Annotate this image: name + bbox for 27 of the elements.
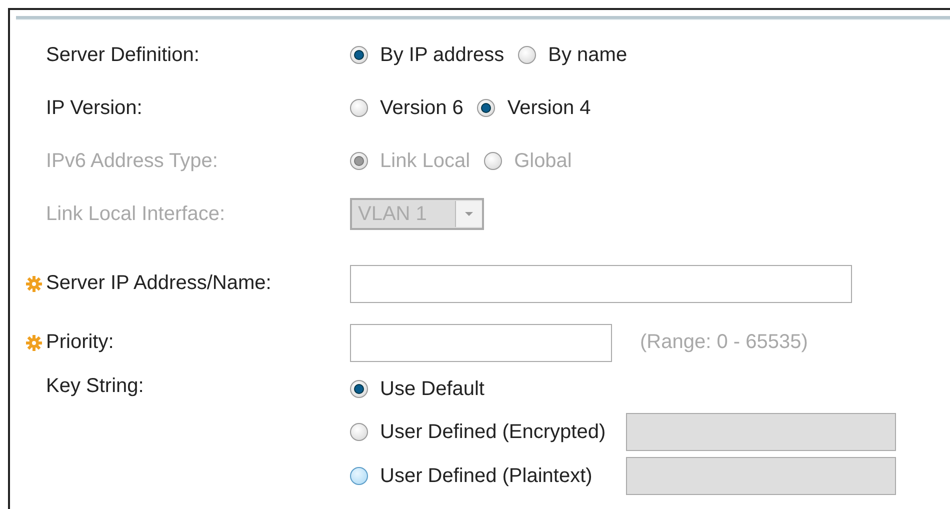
- radio-button[interactable]: [518, 46, 536, 64]
- radio-button[interactable]: [477, 99, 496, 117]
- field-label: Link Local Interface:: [46, 202, 225, 226]
- radio-button[interactable]: [350, 46, 368, 64]
- field-label: Key String:: [46, 374, 144, 398]
- radio-button[interactable]: [350, 467, 368, 485]
- field-label: Priority:: [46, 331, 114, 354]
- option-label: Use Default: [380, 378, 484, 400]
- text-field[interactable]: [350, 324, 612, 362]
- caret-icon: [455, 201, 482, 227]
- option-label: User Defined (Encrypted): [380, 420, 606, 444]
- radio-button[interactable]: [350, 380, 368, 398]
- option-label: Version 4: [507, 96, 591, 120]
- option-label: Global: [514, 150, 572, 172]
- option-label: Link Local: [380, 150, 470, 172]
- field-label: IP Version:: [46, 96, 142, 120]
- field-label: Server IP Address/Name:: [46, 272, 272, 295]
- field-label: IPv6 Address Type:: [46, 150, 218, 172]
- option-label: User Defined (Plaintext): [380, 464, 592, 488]
- radio-button[interactable]: [350, 423, 368, 441]
- radio-button[interactable]: [350, 99, 368, 117]
- field-label: Server Definition:: [46, 44, 200, 66]
- option-label: By IP address: [380, 44, 504, 66]
- option-label: By name: [548, 44, 628, 66]
- option-label: Version 6: [380, 96, 464, 120]
- text-field[interactable]: [350, 264, 852, 302]
- range-hint: (Range: 0 - 65535): [640, 331, 808, 354]
